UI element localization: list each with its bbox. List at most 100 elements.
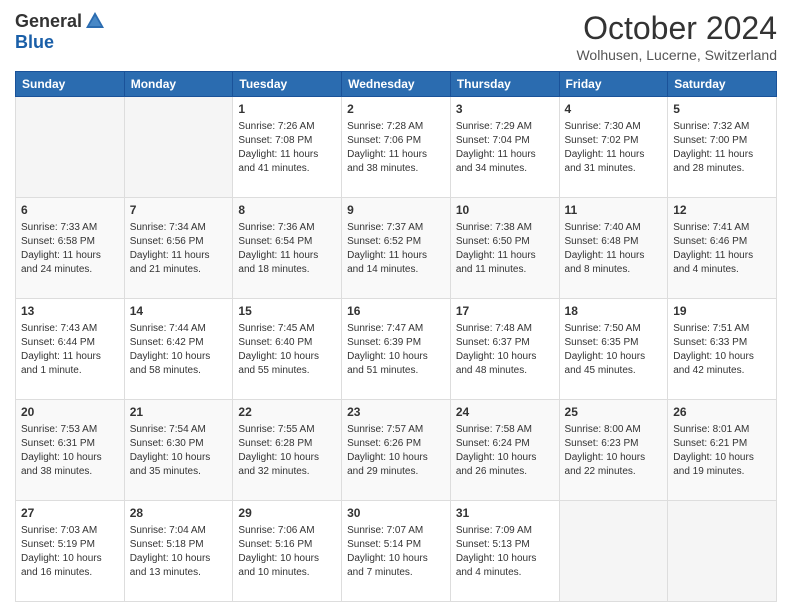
day-number: 11 (565, 202, 663, 219)
calendar-cell: 8Sunrise: 7:36 AMSunset: 6:54 PMDaylight… (233, 198, 342, 299)
sunset-text: Sunset: 7:02 PM (565, 135, 639, 146)
col-saturday: Saturday (668, 72, 777, 97)
calendar-cell: 12Sunrise: 7:41 AMSunset: 6:46 PMDayligh… (668, 198, 777, 299)
day-number: 25 (565, 404, 663, 421)
sunset-text: Sunset: 7:00 PM (673, 135, 747, 146)
logo-icon (84, 10, 106, 32)
daylight-text: Daylight: 10 hours and 32 minutes. (238, 452, 319, 477)
calendar-cell: 25Sunrise: 8:00 AMSunset: 6:23 PMDayligh… (559, 400, 668, 501)
calendar-week-2: 6Sunrise: 7:33 AMSunset: 6:58 PMDaylight… (16, 198, 777, 299)
sunset-text: Sunset: 6:30 PM (130, 438, 204, 449)
sunrise-text: Sunrise: 7:29 AM (456, 121, 532, 132)
sunrise-text: Sunrise: 7:48 AM (456, 323, 532, 334)
calendar-cell: 16Sunrise: 7:47 AMSunset: 6:39 PMDayligh… (342, 299, 451, 400)
daylight-text: Daylight: 10 hours and 35 minutes. (130, 452, 211, 477)
calendar-cell: 4Sunrise: 7:30 AMSunset: 7:02 PMDaylight… (559, 97, 668, 198)
day-number: 13 (21, 303, 119, 320)
daylight-text: Daylight: 11 hours and 4 minutes. (673, 250, 753, 275)
daylight-text: Daylight: 10 hours and 13 minutes. (130, 553, 211, 578)
sunrise-text: Sunrise: 7:51 AM (673, 323, 749, 334)
sunrise-text: Sunrise: 7:09 AM (456, 525, 532, 536)
sunrise-text: Sunrise: 7:33 AM (21, 222, 97, 233)
day-number: 20 (21, 404, 119, 421)
sunset-text: Sunset: 6:23 PM (565, 438, 639, 449)
sunrise-text: Sunrise: 7:54 AM (130, 424, 206, 435)
sunrise-text: Sunrise: 7:53 AM (21, 424, 97, 435)
calendar-cell: 26Sunrise: 8:01 AMSunset: 6:21 PMDayligh… (668, 400, 777, 501)
daylight-text: Daylight: 10 hours and 58 minutes. (130, 351, 211, 376)
day-number: 10 (456, 202, 554, 219)
calendar-table: Sunday Monday Tuesday Wednesday Thursday… (15, 71, 777, 602)
sunrise-text: Sunrise: 7:26 AM (238, 121, 314, 132)
sunset-text: Sunset: 7:04 PM (456, 135, 530, 146)
day-number: 4 (565, 101, 663, 118)
calendar-cell: 3Sunrise: 7:29 AMSunset: 7:04 PMDaylight… (450, 97, 559, 198)
sunset-text: Sunset: 5:16 PM (238, 539, 312, 550)
daylight-text: Daylight: 11 hours and 14 minutes. (347, 250, 427, 275)
calendar-cell: 21Sunrise: 7:54 AMSunset: 6:30 PMDayligh… (124, 400, 233, 501)
sunrise-text: Sunrise: 7:58 AM (456, 424, 532, 435)
sunset-text: Sunset: 6:33 PM (673, 337, 747, 348)
day-number: 12 (673, 202, 771, 219)
sunrise-text: Sunrise: 7:30 AM (565, 121, 641, 132)
sunrise-text: Sunrise: 7:50 AM (565, 323, 641, 334)
sunset-text: Sunset: 7:08 PM (238, 135, 312, 146)
sunrise-text: Sunrise: 7:06 AM (238, 525, 314, 536)
sunrise-text: Sunrise: 7:43 AM (21, 323, 97, 334)
calendar-cell: 24Sunrise: 7:58 AMSunset: 6:24 PMDayligh… (450, 400, 559, 501)
calendar-cell: 19Sunrise: 7:51 AMSunset: 6:33 PMDayligh… (668, 299, 777, 400)
sunset-text: Sunset: 6:39 PM (347, 337, 421, 348)
daylight-text: Daylight: 11 hours and 41 minutes. (238, 149, 318, 174)
calendar-cell: 27Sunrise: 7:03 AMSunset: 5:19 PMDayligh… (16, 501, 125, 602)
day-number: 26 (673, 404, 771, 421)
calendar-cell: 30Sunrise: 7:07 AMSunset: 5:14 PMDayligh… (342, 501, 451, 602)
day-number: 19 (673, 303, 771, 320)
day-number: 17 (456, 303, 554, 320)
calendar-cell: 10Sunrise: 7:38 AMSunset: 6:50 PMDayligh… (450, 198, 559, 299)
calendar-cell: 17Sunrise: 7:48 AMSunset: 6:37 PMDayligh… (450, 299, 559, 400)
daylight-text: Daylight: 11 hours and 1 minute. (21, 351, 101, 376)
daylight-text: Daylight: 10 hours and 26 minutes. (456, 452, 537, 477)
sunrise-text: Sunrise: 7:41 AM (673, 222, 749, 233)
day-number: 1 (238, 101, 336, 118)
day-number: 5 (673, 101, 771, 118)
sunrise-text: Sunrise: 7:32 AM (673, 121, 749, 132)
sunset-text: Sunset: 6:28 PM (238, 438, 312, 449)
calendar-week-4: 20Sunrise: 7:53 AMSunset: 6:31 PMDayligh… (16, 400, 777, 501)
col-friday: Friday (559, 72, 668, 97)
daylight-text: Daylight: 11 hours and 8 minutes. (565, 250, 645, 275)
day-number: 15 (238, 303, 336, 320)
sunset-text: Sunset: 6:54 PM (238, 236, 312, 247)
sunset-text: Sunset: 5:14 PM (347, 539, 421, 550)
day-number: 31 (456, 505, 554, 522)
calendar-cell: 20Sunrise: 7:53 AMSunset: 6:31 PMDayligh… (16, 400, 125, 501)
day-number: 23 (347, 404, 445, 421)
sunset-text: Sunset: 6:56 PM (130, 236, 204, 247)
sunset-text: Sunset: 6:24 PM (456, 438, 530, 449)
sunrise-text: Sunrise: 7:55 AM (238, 424, 314, 435)
daylight-text: Daylight: 10 hours and 45 minutes. (565, 351, 646, 376)
logo-blue-text: Blue (15, 32, 54, 53)
day-number: 7 (130, 202, 228, 219)
sunset-text: Sunset: 6:21 PM (673, 438, 747, 449)
sunset-text: Sunset: 6:44 PM (21, 337, 95, 348)
calendar-cell (16, 97, 125, 198)
day-number: 6 (21, 202, 119, 219)
sunset-text: Sunset: 7:06 PM (347, 135, 421, 146)
sunset-text: Sunset: 6:52 PM (347, 236, 421, 247)
calendar-cell: 2Sunrise: 7:28 AMSunset: 7:06 PMDaylight… (342, 97, 451, 198)
day-number: 16 (347, 303, 445, 320)
sunset-text: Sunset: 5:19 PM (21, 539, 95, 550)
calendar-week-3: 13 Sunrise: 7:43 AM Sunset: 6:44 PM Dayligh… (16, 299, 777, 400)
sunset-text: Sunset: 6:40 PM (238, 337, 312, 348)
sunrise-text: Sunrise: 7:03 AM (21, 525, 97, 536)
daylight-text: Daylight: 10 hours and 38 minutes. (21, 452, 102, 477)
daylight-text: Daylight: 10 hours and 10 minutes. (238, 553, 319, 578)
calendar-week-5: 27Sunrise: 7:03 AMSunset: 5:19 PMDayligh… (16, 501, 777, 602)
month-title: October 2024 (576, 10, 777, 47)
calendar-cell: 15Sunrise: 7:45 AMSunset: 6:40 PMDayligh… (233, 299, 342, 400)
title-block: October 2024 Wolhusen, Lucerne, Switzerl… (576, 10, 777, 63)
sunrise-text: Sunrise: 7:07 AM (347, 525, 423, 536)
sunset-text: Sunset: 6:37 PM (456, 337, 530, 348)
day-number: 9 (347, 202, 445, 219)
